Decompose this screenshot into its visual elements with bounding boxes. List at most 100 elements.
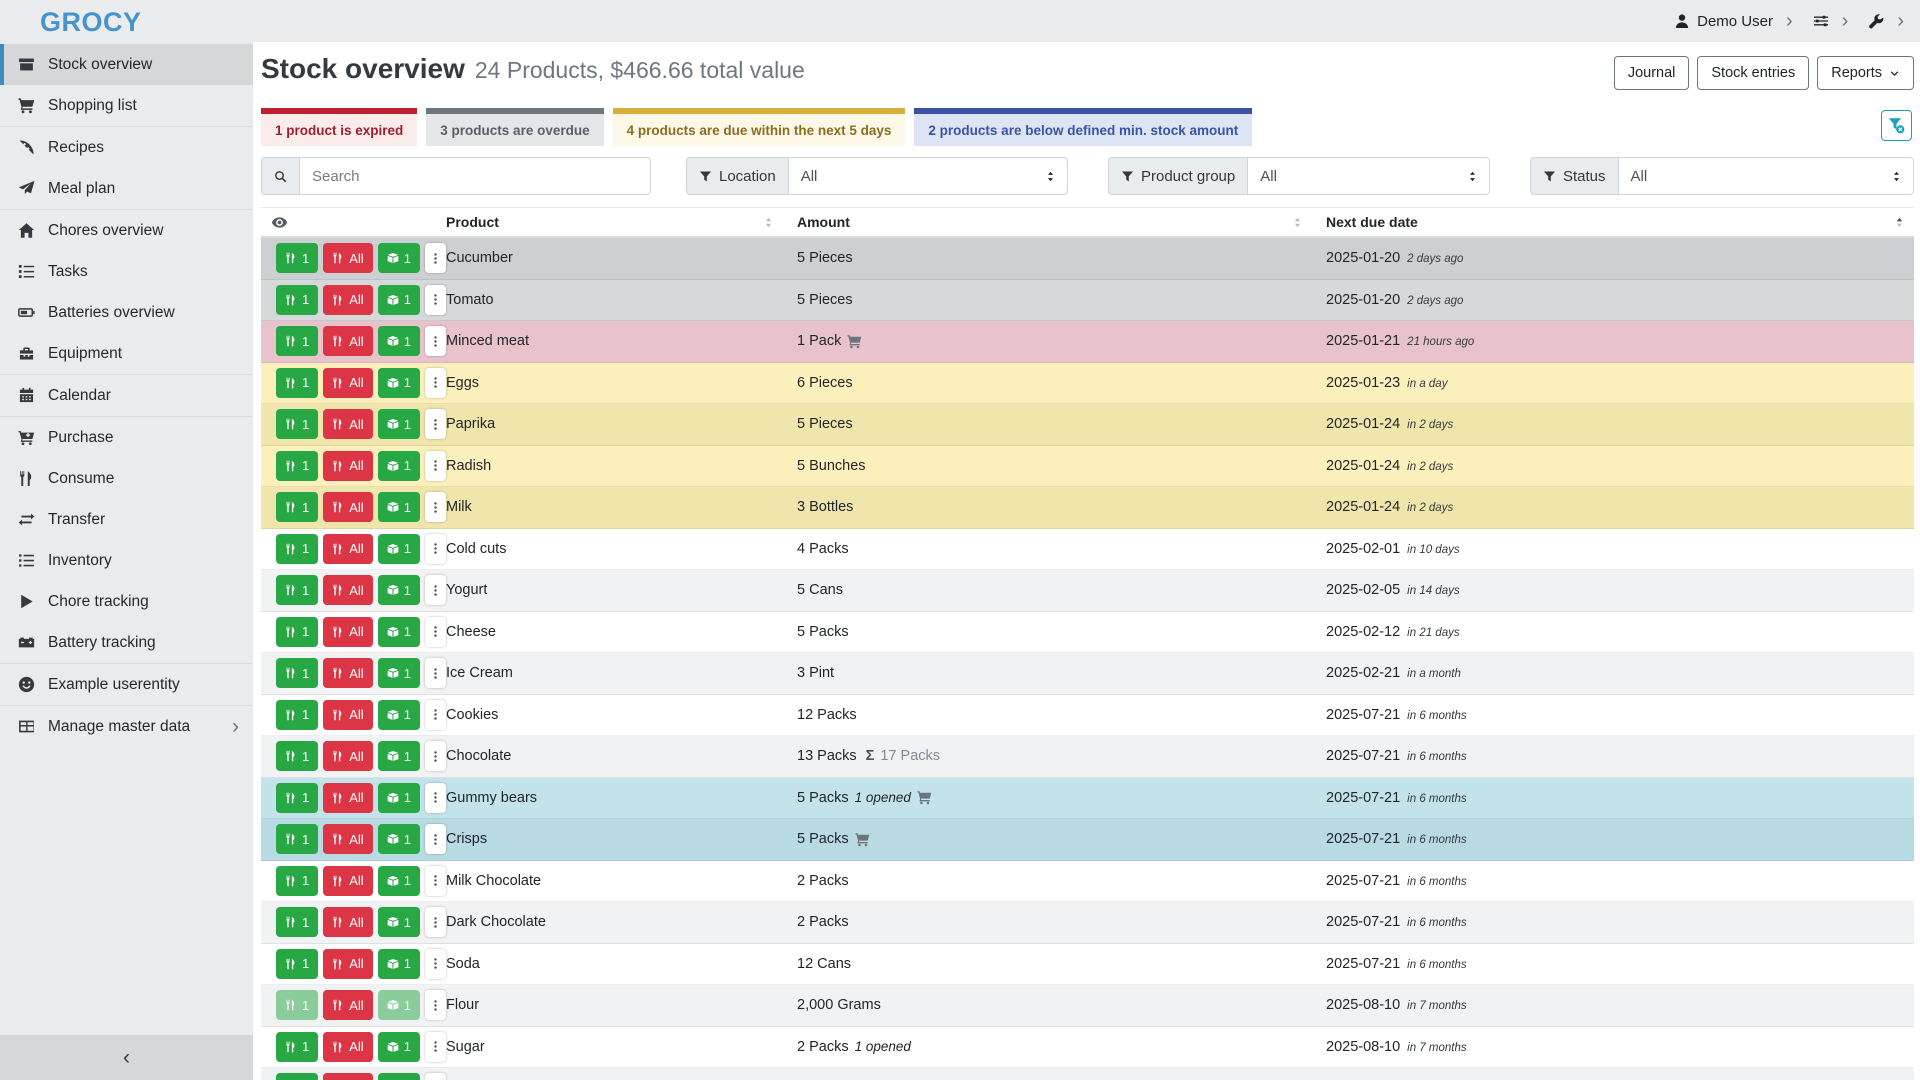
row-menu-button[interactable] bbox=[425, 824, 446, 854]
clear-filters-button[interactable] bbox=[1881, 110, 1912, 141]
consume-one-button[interactable]: 1 bbox=[276, 741, 318, 771]
consume-all-button[interactable]: All bbox=[323, 451, 372, 481]
sidebar-item-inventory[interactable]: Inventory bbox=[0, 540, 253, 581]
sidebar-item-example-userentity[interactable]: Example userentity bbox=[0, 664, 253, 705]
row-menu-button[interactable] bbox=[425, 575, 446, 605]
consume-one-button[interactable]: 1 bbox=[276, 907, 318, 937]
consume-all-button[interactable]: All bbox=[323, 575, 372, 605]
row-menu-button[interactable] bbox=[425, 1032, 446, 1062]
consume-one-button[interactable]: 1 bbox=[276, 285, 318, 315]
location-select[interactable]: All bbox=[788, 157, 1068, 195]
open-one-button[interactable]: 1 bbox=[378, 285, 420, 315]
open-one-button[interactable]: 1 bbox=[378, 658, 420, 688]
app-logo[interactable]: GROCY bbox=[0, 0, 253, 44]
sidebar-item-transfer[interactable]: Transfer bbox=[0, 499, 253, 540]
consume-all-button[interactable]: All bbox=[323, 1032, 372, 1062]
open-one-button[interactable]: 1 bbox=[378, 1032, 420, 1062]
open-one-button[interactable]: 1 bbox=[378, 949, 420, 979]
consume-one-button[interactable]: 1 bbox=[276, 534, 318, 564]
consume-all-button[interactable]: All bbox=[323, 243, 372, 273]
consume-all-button[interactable]: All bbox=[323, 741, 372, 771]
open-one-button[interactable]: 1 bbox=[378, 243, 420, 273]
sidebar-item-equipment[interactable]: Equipment bbox=[0, 333, 253, 374]
column-header-amount[interactable]: Amount bbox=[797, 208, 1326, 236]
consume-all-button[interactable]: All bbox=[323, 326, 372, 356]
row-menu-button[interactable] bbox=[425, 700, 446, 730]
status-badge-overdue[interactable]: 3 products are overdue bbox=[426, 108, 603, 146]
consume-all-button[interactable]: All bbox=[323, 990, 372, 1020]
consume-one-button[interactable]: 1 bbox=[276, 824, 318, 854]
consume-one-button[interactable]: 1 bbox=[276, 866, 318, 896]
sidebar-item-purchase[interactable]: Purchase bbox=[0, 417, 253, 458]
sidebar-item-battery-tracking[interactable]: Battery tracking bbox=[0, 622, 253, 663]
row-menu-button[interactable] bbox=[425, 617, 446, 647]
sidebar-item-calendar[interactable]: Calendar bbox=[0, 375, 253, 416]
consume-one-button[interactable]: 1 bbox=[276, 783, 318, 813]
row-menu-button[interactable] bbox=[425, 990, 446, 1020]
consume-all-button[interactable]: All bbox=[323, 783, 372, 813]
sidebar-item-meal-plan[interactable]: Meal plan bbox=[0, 168, 253, 209]
column-header-product[interactable]: Product bbox=[446, 208, 797, 236]
status-badge-expired[interactable]: 1 product is expired bbox=[261, 108, 417, 146]
consume-all-button[interactable]: All bbox=[323, 907, 372, 937]
row-menu-button[interactable] bbox=[425, 451, 446, 481]
consume-all-button[interactable]: All bbox=[323, 866, 372, 896]
open-one-button[interactable]: 1 bbox=[378, 326, 420, 356]
row-menu-button[interactable] bbox=[425, 326, 446, 356]
product-group-select[interactable]: All bbox=[1247, 157, 1490, 195]
row-menu-button[interactable] bbox=[425, 1073, 446, 1080]
consume-one-button[interactable]: 1 bbox=[276, 492, 318, 522]
settings-menu[interactable]: › bbox=[1813, 11, 1849, 31]
open-one-button[interactable]: 1 bbox=[378, 866, 420, 896]
sidebar-item-shopping-list[interactable]: Shopping list bbox=[0, 85, 253, 126]
sidebar-item-chore-tracking[interactable]: Chore tracking bbox=[0, 581, 253, 622]
sidebar-item-tasks[interactable]: Tasks bbox=[0, 251, 253, 292]
row-menu-button[interactable] bbox=[425, 285, 446, 315]
consume-one-button[interactable]: 1 bbox=[276, 1032, 318, 1062]
journal-button[interactable]: Journal bbox=[1614, 56, 1690, 90]
row-menu-button[interactable] bbox=[425, 492, 446, 522]
stock-entries-button[interactable]: Stock entries bbox=[1697, 56, 1809, 90]
open-one-button[interactable]: 1 bbox=[378, 451, 420, 481]
consume-all-button[interactable]: All bbox=[323, 1073, 372, 1080]
consume-all-button[interactable]: All bbox=[323, 658, 372, 688]
reports-button[interactable]: Reports bbox=[1817, 56, 1914, 90]
status-badge-belowmin[interactable]: 2 products are below defined min. stock … bbox=[914, 108, 1252, 146]
open-one-button[interactable]: 1 bbox=[378, 741, 420, 771]
status-badge-duesoon[interactable]: 4 products are due within the next 5 day… bbox=[613, 108, 906, 146]
consume-one-button[interactable]: 1 bbox=[276, 949, 318, 979]
consume-one-button[interactable]: 1 bbox=[276, 990, 318, 1020]
open-one-button[interactable]: 1 bbox=[378, 617, 420, 647]
consume-one-button[interactable]: 1 bbox=[276, 617, 318, 647]
consume-one-button[interactable]: 1 bbox=[276, 368, 318, 398]
open-one-button[interactable]: 1 bbox=[378, 409, 420, 439]
open-one-button[interactable]: 1 bbox=[378, 783, 420, 813]
search-input[interactable] bbox=[299, 157, 651, 195]
consume-all-button[interactable]: All bbox=[323, 409, 372, 439]
row-menu-button[interactable] bbox=[425, 534, 446, 564]
sidebar-item-chores-overview[interactable]: Chores overview bbox=[0, 210, 253, 251]
row-menu-button[interactable] bbox=[425, 741, 446, 771]
admin-menu[interactable]: › bbox=[1868, 11, 1904, 31]
row-menu-button[interactable] bbox=[425, 243, 446, 273]
column-visibility-toggle[interactable] bbox=[261, 208, 446, 236]
row-menu-button[interactable] bbox=[425, 866, 446, 896]
sidebar-item-stock-overview[interactable]: Stock overview bbox=[0, 44, 253, 85]
open-one-button[interactable]: 1 bbox=[378, 824, 420, 854]
row-menu-button[interactable] bbox=[425, 409, 446, 439]
open-one-button[interactable]: 1 bbox=[378, 1073, 420, 1080]
consume-all-button[interactable]: All bbox=[323, 617, 372, 647]
sidebar-collapse-button[interactable]: ‹ bbox=[0, 1035, 253, 1080]
row-menu-button[interactable] bbox=[425, 783, 446, 813]
consume-one-button[interactable]: 1 bbox=[276, 1073, 318, 1080]
open-one-button[interactable]: 1 bbox=[378, 907, 420, 937]
consume-all-button[interactable]: All bbox=[323, 949, 372, 979]
consume-one-button[interactable]: 1 bbox=[276, 575, 318, 605]
sidebar-item-manage-master-data[interactable]: Manage master data› bbox=[0, 706, 253, 747]
open-one-button[interactable]: 1 bbox=[378, 700, 420, 730]
consume-one-button[interactable]: 1 bbox=[276, 658, 318, 688]
user-menu[interactable]: Demo User › bbox=[1674, 11, 1793, 31]
consume-one-button[interactable]: 1 bbox=[276, 700, 318, 730]
consume-one-button[interactable]: 1 bbox=[276, 326, 318, 356]
consume-one-button[interactable]: 1 bbox=[276, 243, 318, 273]
